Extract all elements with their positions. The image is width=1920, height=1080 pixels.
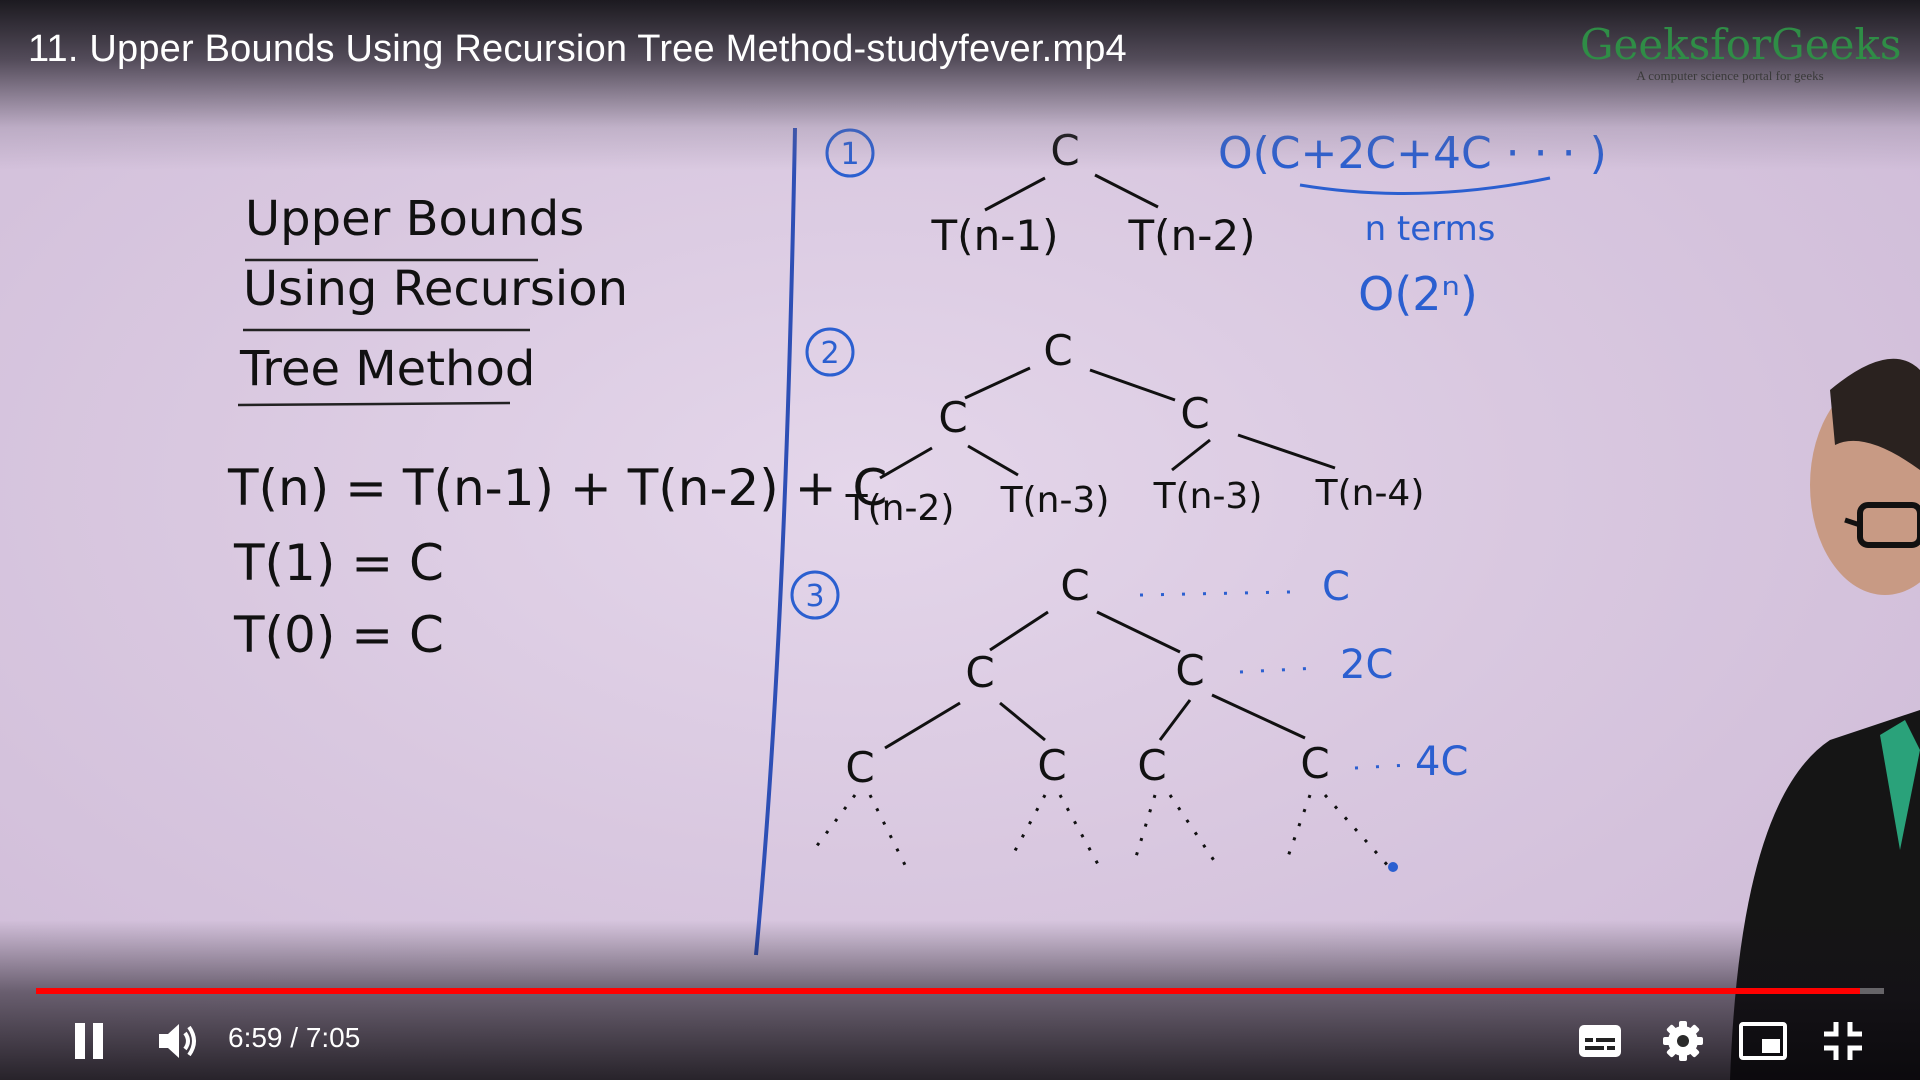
level-sum-2: 2C (1340, 642, 1393, 688)
underline-3 (237, 401, 511, 407)
step-2-level1-left: C (938, 393, 967, 442)
board-divider-line (754, 127, 797, 956)
channel-logo: GeeksforGeeks A computer science portal … (1580, 20, 1902, 84)
settings-button[interactable] (1655, 1014, 1711, 1068)
step-3-edge-l2-b (999, 701, 1046, 742)
heading-line-3: Tree Method (239, 341, 535, 397)
step-2-leaf-2: T(n-3) (1000, 480, 1110, 521)
step-3-level2-a: C (845, 743, 874, 792)
step-3-edge-l1-left (989, 610, 1049, 652)
step-3-level2-b: C (1037, 741, 1066, 790)
step-3-edge-l2-d (1211, 693, 1306, 740)
level-sum-3: 4C (1415, 739, 1468, 785)
subtitles-icon (1579, 1025, 1621, 1057)
pause-button[interactable] (62, 1018, 116, 1064)
step-3-root: C (1060, 561, 1089, 610)
logo-brand-text: GeeksforGeeks (1580, 20, 1902, 69)
miniplayer-button[interactable] (1735, 1016, 1791, 1066)
step-2-level1-right: C (1180, 389, 1209, 438)
step-2-leaf-4: T(n-4) (1315, 473, 1425, 514)
step-3-tree: C C C C C C C C 2C 4C (808, 561, 1468, 872)
step-1-child-left: T(n-1) (931, 211, 1059, 260)
progress-bar[interactable] (36, 988, 1884, 994)
recurrence-equations: T(n) = T(n-1) + T(n-2) + C T(1) = C T(0)… (227, 459, 887, 664)
volume-icon (159, 1024, 196, 1058)
step-2-edge-l2-a (879, 446, 933, 480)
marker-dot (1388, 862, 1398, 872)
step-2-leaf-3: T(n-3) (1153, 476, 1263, 517)
step-2-number: 2 (820, 336, 839, 371)
step-3-edge-l2-a (884, 701, 961, 750)
step-2-leaf-1: T(n-2) (845, 488, 955, 529)
equation-base-1: T(1) = C (233, 534, 444, 592)
pause-icon (75, 1023, 103, 1059)
sum-underbrace (1299, 176, 1551, 196)
exit-fullscreen-button[interactable] (1815, 1016, 1871, 1066)
step-3-number: 3 (805, 579, 824, 614)
step-2-edge-l2-c (1171, 438, 1211, 472)
step-1-edge-left (984, 176, 1046, 212)
volume-button[interactable] (150, 1016, 206, 1066)
time-display: 6:59 / 7:05 (228, 1022, 361, 1053)
logo-tagline: A computer science portal for geeks (1636, 68, 1824, 83)
step-3-edge-l1-right (1096, 610, 1181, 654)
step-2-root: C (1043, 326, 1072, 375)
step-2-edge-l1-left (964, 366, 1031, 400)
step-2-edge-l2-b (967, 444, 1019, 477)
step-1-edge-right (1094, 173, 1159, 209)
equation-recurrence: T(n) = T(n-1) + T(n-2) + C (227, 459, 887, 517)
step-3-level1-left: C (965, 648, 994, 697)
step-1-note: n terms (1365, 209, 1496, 249)
step-numbers (790, 128, 875, 620)
miniplayer-icon (1739, 1022, 1787, 1060)
player-controls: 6:59 / 7:05 (0, 970, 1920, 1080)
heading-line-1: Upper Bounds (245, 191, 584, 247)
board-heading: Upper Bounds Using Recursion Tree Method (239, 191, 628, 397)
settings-icon (1663, 1021, 1703, 1061)
level-sum-1: C (1322, 564, 1350, 610)
step-1-result: O(2ⁿ) (1358, 267, 1478, 321)
exit-fullscreen-icon (1824, 1022, 1862, 1060)
heading-line-2: Using Recursion (243, 261, 628, 317)
equation-base-0: T(0) = C (233, 606, 444, 664)
step-3-level2-d: C (1300, 739, 1329, 788)
step-2-tree: C C C T(n-2) T(n-3) T(n-3) T(n-4) (845, 326, 1425, 529)
step-3-edge-l2-c (1158, 699, 1192, 741)
subtitles-button[interactable] (1572, 1016, 1628, 1066)
step-3-level1-right: C (1175, 646, 1204, 695)
step-2-edge-l2-d (1237, 433, 1336, 470)
step-3-continuation-dots (808, 794, 1392, 869)
step-2-edge-l1-right (1089, 368, 1176, 402)
progress-played (36, 988, 1860, 994)
step-3-level2-c: C (1137, 741, 1166, 790)
video-player[interactable]: Upper Bounds Using Recursion Tree Method… (0, 0, 1920, 1080)
video-title: 11. Upper Bounds Using Recursion Tree Me… (28, 28, 1127, 70)
step-1-child-right: T(n-2) (1128, 211, 1256, 260)
